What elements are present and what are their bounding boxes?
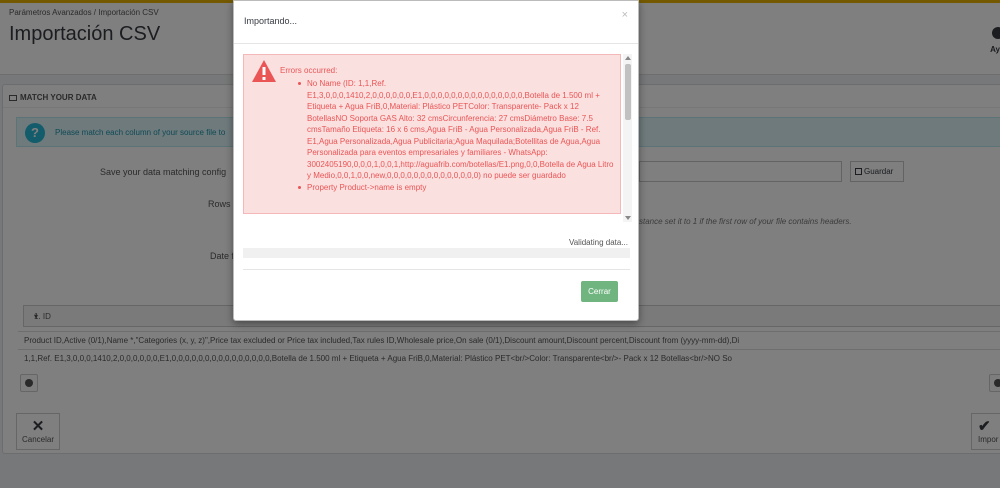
import-modal: Importando... × Errors occurred: No Name… — [233, 0, 639, 321]
scroll-thumb[interactable] — [625, 64, 631, 120]
validation-progress-bar — [243, 248, 630, 258]
error-scroll-area[interactable]: Errors occurred: No Name (ID: 1,1,Ref. E… — [243, 54, 632, 222]
error-item: No Name (ID: 1,1,Ref. E1,3,0,0,0,1410,2,… — [298, 78, 618, 182]
error-title: Errors occurred: — [280, 66, 338, 75]
scrollbar[interactable] — [623, 54, 632, 222]
scroll-down-icon[interactable] — [625, 216, 631, 220]
modal-title: Importando... — [244, 16, 298, 26]
cerrar-button[interactable]: Cerrar — [581, 281, 618, 302]
error-item: Property Product->name is empty — [298, 182, 618, 194]
validating-status: Validating data... — [568, 238, 628, 247]
modal-close-button[interactable]: × — [622, 9, 628, 21]
error-alert: Errors occurred: No Name (ID: 1,1,Ref. E… — [243, 54, 621, 214]
warning-icon — [252, 60, 276, 82]
scroll-up-icon[interactable] — [625, 56, 631, 60]
error-list: No Name (ID: 1,1,Ref. E1,3,0,0,0,1410,2,… — [298, 78, 618, 193]
modal-footer-divider — [243, 269, 630, 270]
modal-divider — [234, 43, 638, 44]
